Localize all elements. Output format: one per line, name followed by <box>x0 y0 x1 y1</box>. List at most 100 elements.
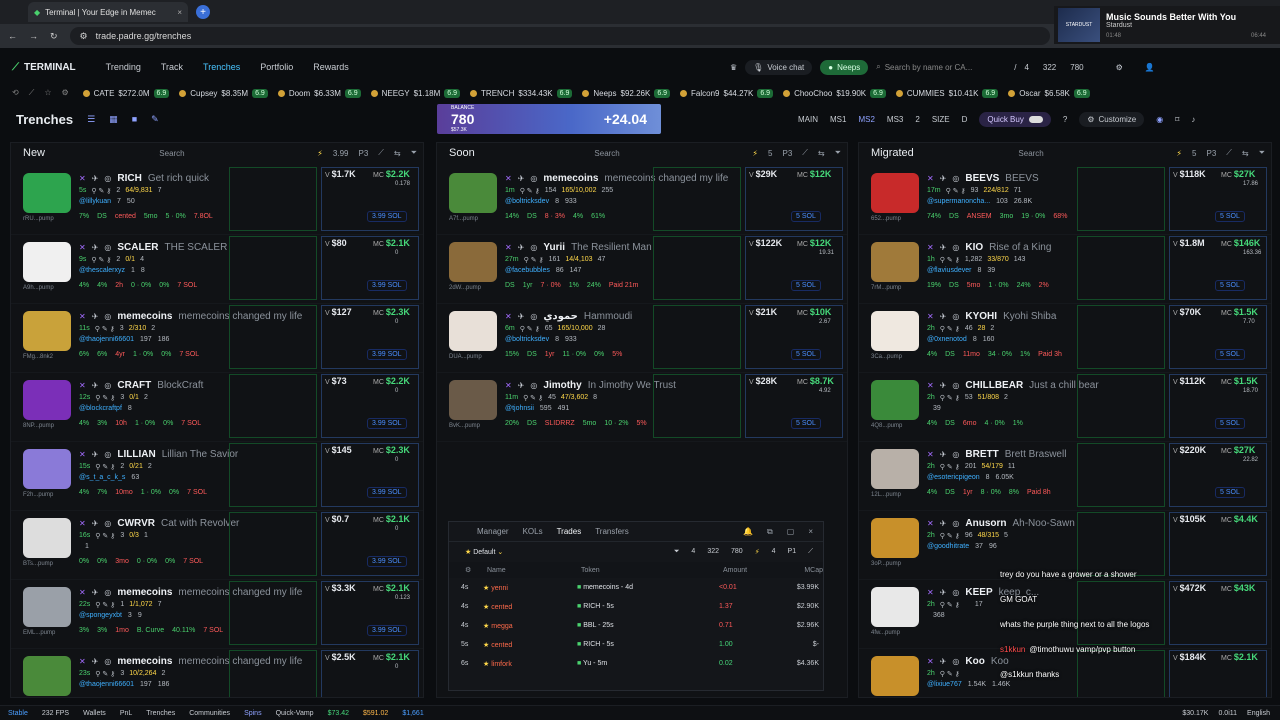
telegram-icon[interactable]: ✈ <box>92 381 99 390</box>
ticker-item[interactable]: Falcon9 $44.27K 6.9 <box>680 88 774 98</box>
filter-icon[interactable]: ⏷ <box>1259 148 1265 158</box>
ticker-item[interactable]: Doom $6.33M 6.9 <box>277 88 361 98</box>
quick-buy-switch[interactable] <box>1028 115 1043 123</box>
column-preset[interactable]: P3 <box>358 149 368 158</box>
vamp-icon[interactable]: ✕ <box>927 519 934 528</box>
vamp-icon[interactable]: ✕ <box>927 381 934 390</box>
box-icon[interactable]: ■ <box>132 114 137 125</box>
language-select[interactable]: English <box>1247 710 1270 717</box>
pill-icon[interactable]: ⚲ ✎ ⚷ <box>940 670 960 678</box>
column-amount[interactable]: 5 <box>768 149 772 158</box>
token-card[interactable]: BvK...pump ✕ ✈ ◎ Jimothy In Jimothy We Trust 1… <box>437 374 847 442</box>
globe-icon[interactable]: ◎ <box>952 174 959 183</box>
nav-stats[interactable]: 4 322 780 <box>1024 63 1083 72</box>
vamp-icon[interactable]: ✕ <box>505 174 512 183</box>
quick-buy-button[interactable]: 3.99 SOL <box>367 349 407 360</box>
pill-icon[interactable]: ⚲ ✎ ⚷ <box>95 463 115 471</box>
pill-icon[interactable]: ⚲ ✎ ⚷ <box>524 256 544 264</box>
token-symbol[interactable]: Jimothy <box>543 380 581 391</box>
globe-icon[interactable]: ◎ <box>952 588 959 597</box>
pause-icon[interactable]: ⇆ <box>818 149 825 158</box>
trade-row[interactable]: 4s ★ yenni ■ memecoins - 4d <0.01 $3.99K <box>449 578 823 597</box>
token-avatar[interactable] <box>449 380 497 420</box>
telegram-icon[interactable]: ✈ <box>940 519 947 528</box>
token-card[interactable]: rRU...pump ✕ ✈ ◎ RICH Get rich quick 5s ⚲ ✎ ⚷ 2 6… <box>11 167 423 235</box>
reload-icon[interactable]: ↻ <box>50 31 58 42</box>
token-symbol[interactable]: KIO <box>965 242 983 253</box>
column-preset[interactable]: P3 <box>782 149 792 158</box>
manager-preset[interactable]: P1 <box>788 548 797 556</box>
chart-icon[interactable]: ⟋ <box>808 548 813 556</box>
trader-name[interactable]: ★ limfork <box>483 660 577 668</box>
mode-ms2[interactable]: MS2 <box>858 115 874 124</box>
trader-name[interactable]: ★ megga <box>483 622 577 630</box>
new-tab-button[interactable]: + <box>196 5 210 19</box>
token-avatar[interactable] <box>871 311 919 351</box>
expand-icon[interactable]: ▢ <box>787 527 795 537</box>
balance-banner[interactable]: BALANCE 780 $57.3K +24.04 <box>437 104 661 134</box>
column-search[interactable]: Search <box>1018 149 1168 158</box>
token-avatar[interactable] <box>871 242 919 282</box>
trade-token[interactable]: ■ RICH - 5s <box>577 603 683 610</box>
status-pnl[interactable]: PnL <box>120 710 132 717</box>
kols-tab[interactable]: KOLs <box>523 527 543 536</box>
mode-ms3[interactable]: MS3 <box>887 115 903 124</box>
trades-tab[interactable]: Trades <box>557 527 582 536</box>
telegram-icon[interactable]: ✈ <box>940 450 947 459</box>
close-icon[interactable]: × <box>808 527 813 537</box>
token-avatar[interactable] <box>871 587 919 627</box>
quick-buy-button[interactable]: 5 SOL <box>1215 280 1245 291</box>
globe-icon[interactable]: ◎ <box>952 243 959 252</box>
crown-icon[interactable]: ♛ <box>730 63 737 72</box>
token-card[interactable]: EML...pump ✕ ✈ ◎ memecoins memecoins changed … <box>11 581 423 649</box>
sound-icon[interactable]: ♪ <box>1191 115 1195 124</box>
telegram-icon[interactable]: ✈ <box>92 243 99 252</box>
token-avatar[interactable] <box>23 311 71 351</box>
connection-status[interactable]: Stable <box>8 710 28 717</box>
site-info-icon[interactable]: ⚙ <box>80 31 88 42</box>
trade-token[interactable]: ■ memecoins - 4d <box>577 584 683 591</box>
globe-icon[interactable]: ◎ <box>952 450 959 459</box>
profile-icon[interactable]: 👤 <box>1145 63 1155 72</box>
bolt-icon[interactable]: ⚡ <box>317 149 323 158</box>
pill-icon[interactable]: ⚲ ✎ ⚷ <box>95 325 115 333</box>
neeps-button[interactable]: ● Neeps <box>820 59 869 75</box>
customize-button[interactable]: ⚙ Customize <box>1079 111 1145 127</box>
pill-icon[interactable]: ⚲ ✎ ⚷ <box>940 325 960 333</box>
token-avatar[interactable] <box>23 173 71 213</box>
token-symbol[interactable]: BEEVS <box>965 173 999 184</box>
funnel-icon[interactable]: ⏷ <box>674 548 680 556</box>
pill-icon[interactable]: ⚲ ✎ ⚷ <box>95 394 115 402</box>
vamp-icon[interactable]: ✕ <box>79 657 86 666</box>
token-symbol[interactable]: Koo <box>965 656 984 667</box>
pill-icon[interactable]: ⚲ ✎ ⚷ <box>95 601 115 609</box>
pill-icon[interactable]: ⚲ ✎ ⚷ <box>940 601 960 609</box>
quick-buy-button[interactable]: 5 SOL <box>1215 487 1245 498</box>
globe-icon[interactable]: ◎ <box>104 657 111 666</box>
token-symbol[interactable]: CHILLBEAR <box>965 380 1023 391</box>
token-card[interactable]: 3Ca...pump ✕ ✈ ◎ KYOHI Kyohi Shiba 2h ⚲ ✎ ⚷ 46 28… <box>859 305 1271 373</box>
globe-icon[interactable]: ◎ <box>530 243 537 252</box>
trader-name[interactable]: ★ cented <box>483 641 577 649</box>
token-symbol[interactable]: CWRVR <box>117 518 155 529</box>
mode-size[interactable]: SIZE <box>932 115 950 124</box>
token-avatar[interactable] <box>23 656 71 696</box>
dev-handle[interactable]: @thescalerxyz <box>79 267 125 274</box>
trader-name[interactable]: ★ cented <box>483 603 577 611</box>
token-avatar[interactable] <box>23 380 71 420</box>
token-card[interactable]: BTs...pump ✕ ✈ ◎ CWRVR Cat with Revolver 16s ⚲ … <box>11 512 423 580</box>
globe-icon[interactable]: ◎ <box>952 312 959 321</box>
dev-handle[interactable]: @0xnenotod <box>927 336 967 343</box>
gear-icon[interactable]: ⚙ <box>61 88 68 98</box>
quick-buy-toggle[interactable]: Quick Buy <box>979 111 1051 127</box>
token-avatar[interactable] <box>871 173 919 213</box>
pill-icon[interactable]: ⚲ ✎ ⚷ <box>520 187 540 195</box>
nav-rewards[interactable]: Rewards <box>313 62 349 72</box>
dev-handle[interactable]: @blockcraftpf <box>79 405 122 412</box>
globe-icon[interactable]: ◎ <box>104 588 111 597</box>
trade-token[interactable]: ■ BBL - 25s <box>577 622 683 629</box>
token-avatar[interactable] <box>871 518 919 558</box>
vamp-icon[interactable]: ✕ <box>505 312 512 321</box>
telegram-icon[interactable]: ✈ <box>940 174 947 183</box>
list-view-icon[interactable]: ☰ <box>87 114 95 125</box>
